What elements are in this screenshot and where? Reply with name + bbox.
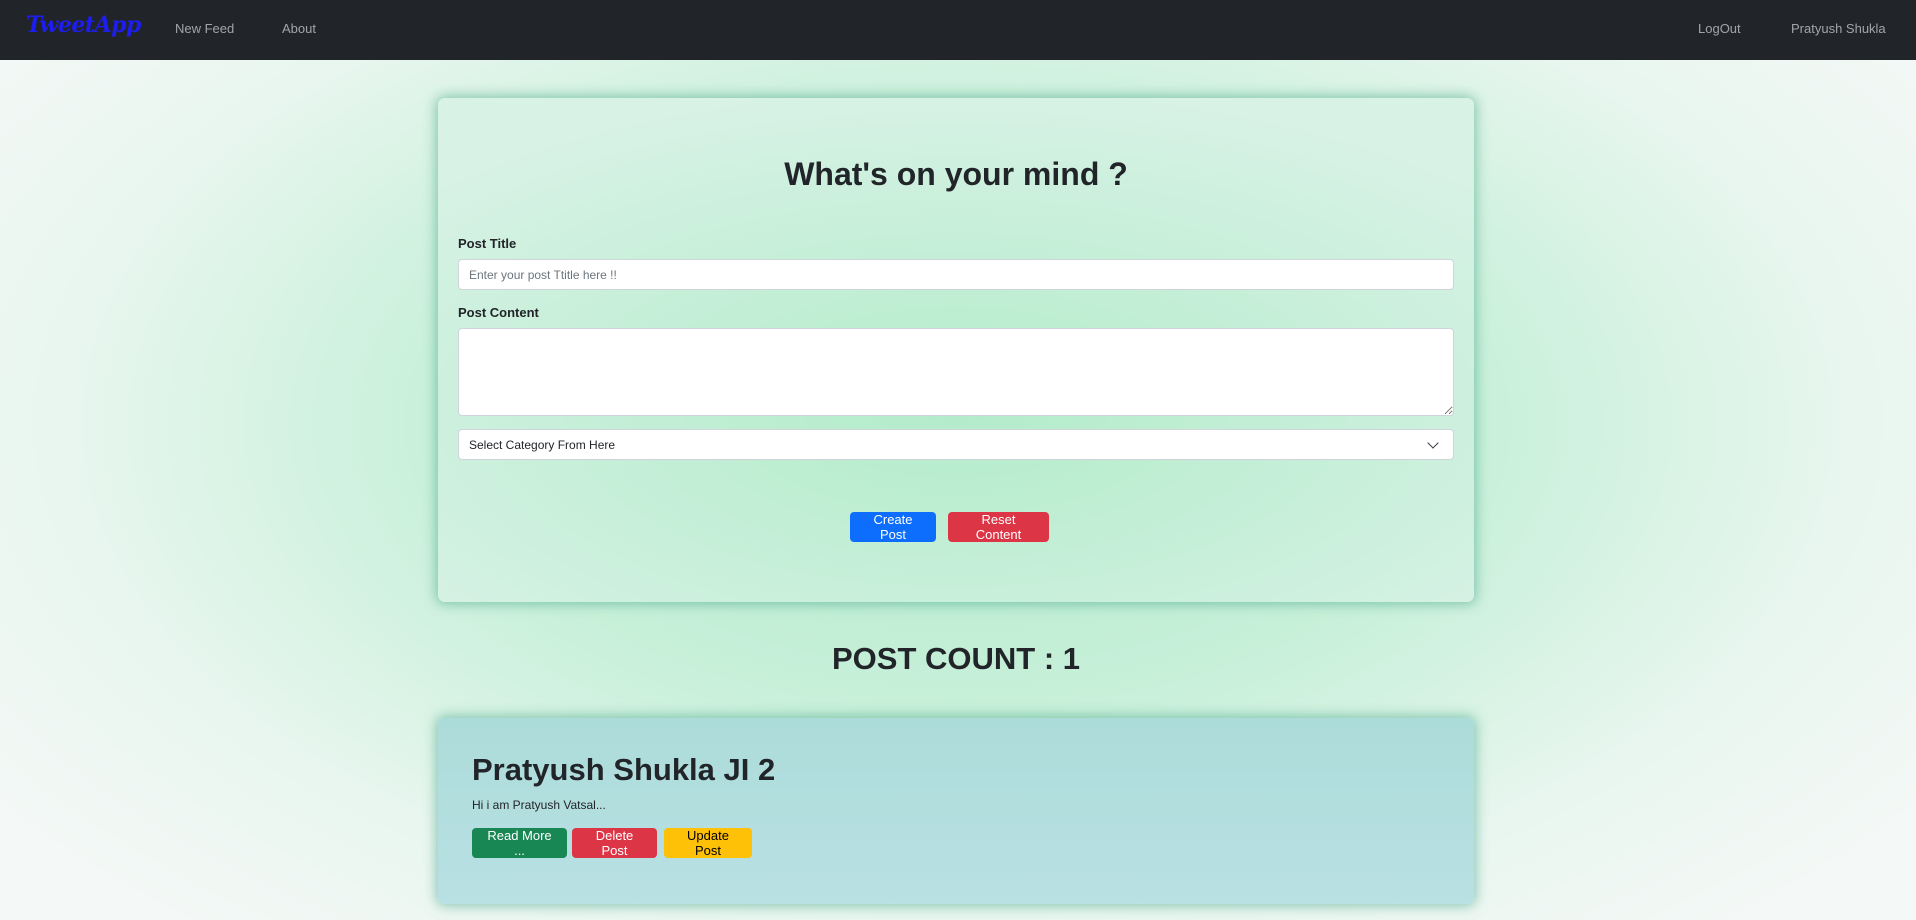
post-card: Pratyush Shukla JI 2 Hi i am Pratyush Va…: [438, 718, 1474, 904]
nav-link-logout[interactable]: LogOut: [1698, 21, 1741, 36]
post-content-textarea[interactable]: [458, 328, 1454, 416]
post-content-label: Post Content: [458, 305, 539, 320]
create-post-heading: What's on your mind ?: [784, 156, 1128, 192]
top-navbar: TweetApp New Feed About LogOut Pratyush …: [0, 0, 1916, 60]
nav-link-new-feed[interactable]: New Feed: [175, 21, 234, 36]
post-title-label: Post Title: [458, 236, 517, 251]
update-post-button[interactable]: Update Post: [664, 828, 752, 858]
reset-content-button[interactable]: Reset Content: [948, 512, 1049, 542]
nav-link-about[interactable]: About: [282, 21, 316, 36]
category-select-value: Select Category From Here: [469, 437, 616, 452]
chevron-down-icon: [1427, 436, 1439, 449]
nav-link-user-profile[interactable]: Pratyush Shukla: [1791, 21, 1886, 36]
delete-post-button[interactable]: Delete Post: [572, 828, 657, 858]
create-post-card: What's on your mind ? Post Title Post Co…: [438, 98, 1474, 602]
post-title-input[interactable]: [458, 259, 1454, 290]
brand-logo[interactable]: TweetApp: [26, 12, 141, 38]
post-title: Pratyush Shukla JI 2: [472, 752, 776, 787]
post-excerpt: Hi i am Pratyush Vatsal...: [472, 798, 606, 812]
read-more-button[interactable]: Read More ...: [472, 828, 567, 858]
category-select[interactable]: Select Category From Here: [458, 429, 1454, 460]
post-count-heading: POST COUNT : 1: [831, 641, 1080, 676]
create-post-button[interactable]: Create Post: [850, 512, 936, 542]
